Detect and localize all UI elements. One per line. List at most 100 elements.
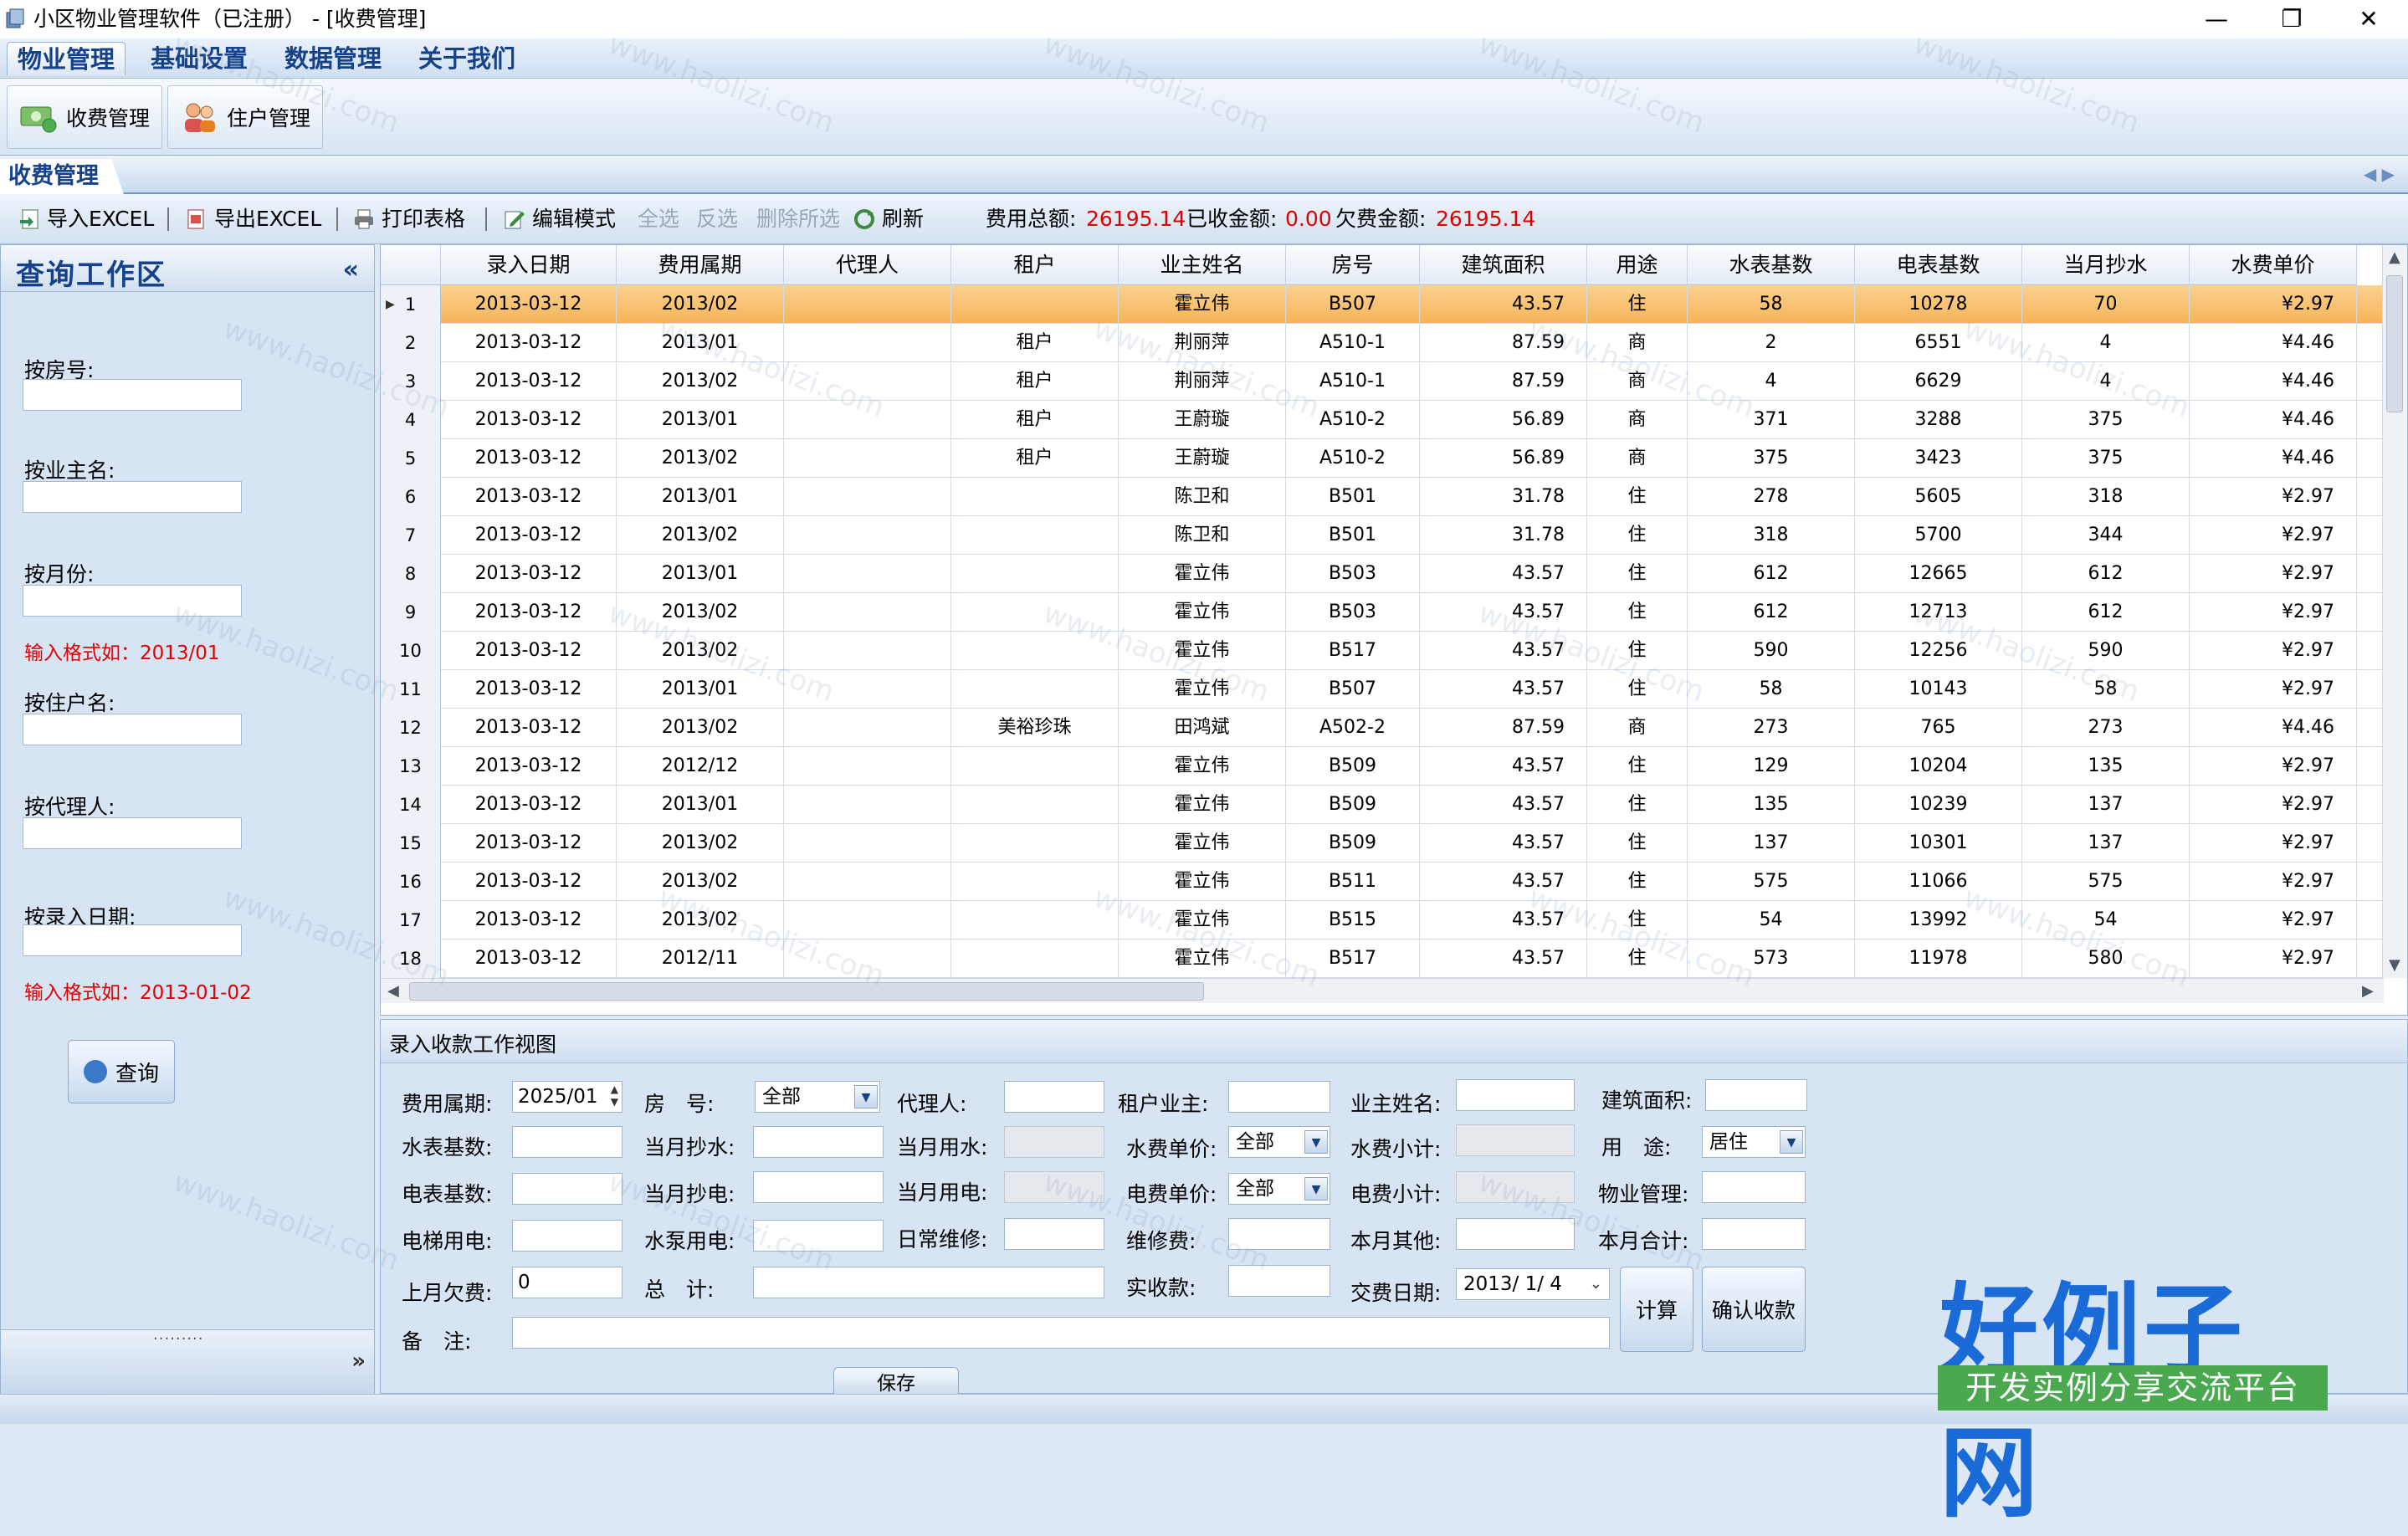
table-cell[interactable]: A510-1 — [1286, 324, 1420, 362]
resident-mgmt-button[interactable]: 住户管理 — [167, 85, 324, 149]
table-cell[interactable]: 陈卫和 — [1119, 478, 1286, 516]
panel-splitter[interactable]: ········· » — [1, 1329, 374, 1395]
table-cell[interactable]: ¥4.46 — [2190, 362, 2357, 401]
table-cell[interactable]: 6551 — [1855, 324, 2022, 362]
table-cell[interactable]: B509 — [1286, 824, 1420, 863]
table-cell[interactable]: B517 — [1286, 940, 1420, 978]
table-cell[interactable]: 765 — [1855, 709, 2022, 747]
table-cell[interactable]: 2013/02 — [617, 632, 784, 670]
table-row[interactable]: 17 2013-03-12 2013/02 霍立伟 B515 43.57 住 54 13992 5… — [381, 901, 2389, 940]
table-cell[interactable]: 10204 — [1855, 747, 2022, 786]
table-cell[interactable]: 2013-03-12 — [441, 824, 617, 863]
table-cell[interactable] — [951, 516, 1119, 555]
agent-filter-input[interactable] — [23, 817, 242, 849]
table-cell[interactable]: B509 — [1286, 747, 1420, 786]
table-cell[interactable]: B509 — [1286, 786, 1420, 824]
table-cell[interactable]: 2013/02 — [617, 362, 784, 401]
table-cell[interactable]: 43.57 — [1420, 863, 1587, 901]
table-cell[interactable] — [951, 593, 1119, 632]
tenant-owner-input[interactable] — [1228, 1081, 1330, 1113]
chevron-down-icon[interactable]: ⌄ — [1590, 1269, 1602, 1299]
scroll-up-arrow[interactable]: ▲ — [2389, 248, 2400, 266]
elevator-input[interactable] — [512, 1220, 622, 1252]
table-cell[interactable]: 住 — [1587, 824, 1688, 863]
table-cell[interactable]: 54 — [1688, 901, 1855, 940]
chevron-down-icon[interactable]: ▼ — [1304, 1130, 1328, 1154]
table-cell[interactable] — [784, 555, 951, 593]
room-select[interactable]: 全部 ▼ — [755, 1081, 880, 1113]
table-cell[interactable]: ¥2.97 — [2190, 478, 2357, 516]
repair-fee-input[interactable] — [1228, 1218, 1330, 1250]
table-cell[interactable]: 590 — [2022, 632, 2190, 670]
table-cell[interactable]: 344 — [2022, 516, 2190, 555]
table-cell[interactable]: 12665 — [1855, 555, 2022, 593]
row-header-cell[interactable]: 17 — [381, 901, 441, 940]
table-cell[interactable]: 612 — [1688, 555, 1855, 593]
row-header-cell[interactable]: 7 — [381, 516, 441, 555]
table-cell[interactable]: 129 — [1688, 747, 1855, 786]
table-cell[interactable]: 10239 — [1855, 786, 2022, 824]
table-cell[interactable]: 2 — [1688, 324, 1855, 362]
table-cell[interactable]: B515 — [1286, 901, 1420, 940]
table-cell[interactable]: ¥2.97 — [2190, 747, 2357, 786]
table-cell[interactable]: B503 — [1286, 593, 1420, 632]
table-cell[interactable]: 3288 — [1855, 401, 2022, 439]
owner-name-input[interactable] — [1456, 1079, 1575, 1111]
table-cell[interactable]: 霍立伟 — [1119, 747, 1286, 786]
table-cell[interactable]: 137 — [2022, 786, 2190, 824]
table-cell[interactable]: 43.57 — [1420, 824, 1587, 863]
table-cell[interactable]: 霍立伟 — [1119, 786, 1286, 824]
property-mgmt-input[interactable] — [1702, 1171, 1806, 1203]
table-cell[interactable] — [784, 670, 951, 709]
table-cell[interactable]: 王蔚璇 — [1119, 439, 1286, 478]
table-cell[interactable]: 住 — [1587, 863, 1688, 901]
table-row[interactable]: ▶ 1 2013-03-12 2013/02 霍立伟 B507 43.57 住 58 10278 7… — [381, 285, 2389, 324]
table-cell[interactable]: 3423 — [1855, 439, 2022, 478]
table-cell[interactable]: 5605 — [1855, 478, 2022, 516]
table-cell[interactable]: 87.59 — [1420, 709, 1587, 747]
table-cell[interactable]: 2013-03-12 — [441, 786, 617, 824]
water-price-select[interactable]: 全部 ▼ — [1228, 1126, 1330, 1158]
table-cell[interactable] — [951, 786, 1119, 824]
table-cell[interactable]: B507 — [1286, 285, 1420, 324]
table-cell[interactable] — [784, 362, 951, 401]
table-cell[interactable]: 56.89 — [1420, 401, 1587, 439]
row-header-cell[interactable]: 5 — [381, 439, 441, 478]
row-header-cell[interactable]: 18 — [381, 940, 441, 978]
table-cell[interactable]: 2013-03-12 — [441, 940, 617, 978]
table-cell[interactable]: 住 — [1587, 593, 1688, 632]
pay-date-picker[interactable]: 2013/ 1/ 4 ⌄ — [1456, 1268, 1610, 1300]
calculate-button[interactable]: 计算 — [1620, 1267, 1693, 1352]
minimize-button[interactable]: — — [2179, 0, 2254, 38]
table-cell[interactable]: 137 — [2022, 824, 2190, 863]
table-cell[interactable] — [784, 747, 951, 786]
table-cell[interactable]: 2013-03-12 — [441, 747, 617, 786]
table-cell[interactable]: B511 — [1286, 863, 1420, 901]
table-cell[interactable]: 霍立伟 — [1119, 555, 1286, 593]
scroll-left-arrow[interactable]: ◀ — [387, 982, 399, 1000]
table-cell[interactable]: 2012/12 — [617, 747, 784, 786]
row-header-cell[interactable]: 13 — [381, 747, 441, 786]
table-cell[interactable]: 58 — [1688, 285, 1855, 324]
table-cell[interactable]: 2013-03-12 — [441, 362, 617, 401]
table-cell[interactable]: 2013/02 — [617, 439, 784, 478]
table-cell[interactable]: 2013/01 — [617, 324, 784, 362]
table-cell[interactable]: A510-2 — [1286, 439, 1420, 478]
table-cell[interactable]: 霍立伟 — [1119, 670, 1286, 709]
table-cell[interactable]: 273 — [2022, 709, 2190, 747]
tab-scroll-arrows[interactable]: ◀ ▶ — [2364, 164, 2395, 184]
table-cell[interactable]: 租户 — [951, 439, 1119, 478]
table-cell[interactable]: 4 — [1688, 362, 1855, 401]
row-header-cell[interactable]: 4 — [381, 401, 441, 439]
table-cell[interactable]: 王蔚璇 — [1119, 401, 1286, 439]
table-cell[interactable]: 住 — [1587, 632, 1688, 670]
table-cell[interactable]: 住 — [1587, 901, 1688, 940]
horizontal-scroll-thumb[interactable] — [409, 982, 1204, 1001]
spinner-arrows-icon[interactable]: ▲ ▼ — [611, 1083, 618, 1108]
table-cell[interactable]: 278 — [1688, 478, 1855, 516]
table-cell[interactable]: 4 — [2022, 324, 2190, 362]
table-cell[interactable] — [784, 940, 951, 978]
table-cell[interactable]: 2013-03-12 — [441, 863, 617, 901]
table-cell[interactable]: 荆丽萍 — [1119, 324, 1286, 362]
column-header[interactable]: 用途 — [1587, 245, 1688, 285]
